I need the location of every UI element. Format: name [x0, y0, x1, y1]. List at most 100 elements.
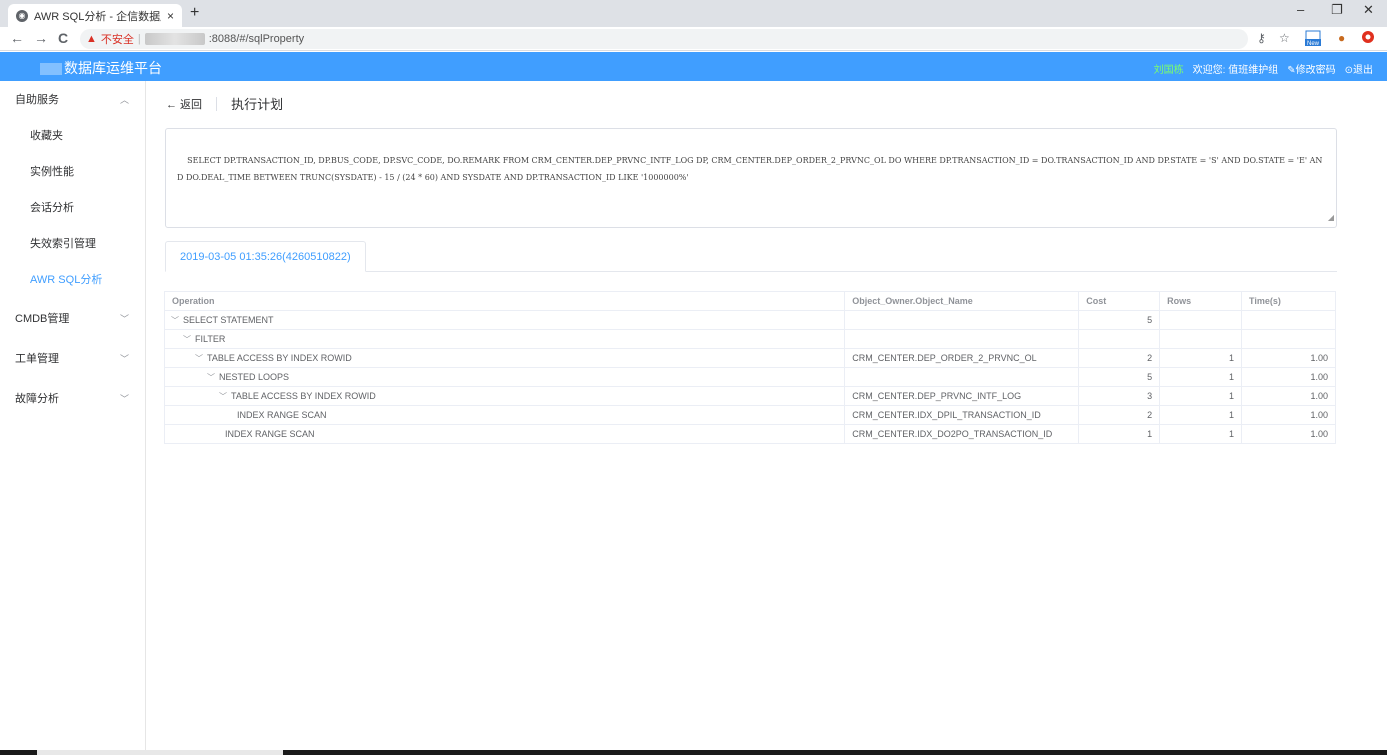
- expand-chevron-icon[interactable]: ﹀: [195, 353, 207, 364]
- cell-time: 1.00: [1241, 367, 1336, 387]
- table-row[interactable]: ﹀ TABLE ACCESS BY INDEX ROWID CRM_CENTER.D…: [163, 348, 1336, 368]
- browser-toolbar: ← → C ▲ 不安全 | :8088/#/sqlProperty ⚷ ☆ Ne…: [0, 27, 1387, 51]
- brand-title: 数据库运维平台: [64, 60, 162, 76]
- cell-time: [1241, 329, 1336, 349]
- welcome-text: 欢迎您: 值班维护组: [1192, 65, 1279, 76]
- cell-rows: 1: [1159, 386, 1243, 406]
- warning-icon: ▲: [86, 33, 97, 45]
- address-bar[interactable]: ▲ 不安全 | :8088/#/sqlProperty: [80, 29, 1248, 49]
- column-header-cost: Cost: [1078, 291, 1161, 311]
- cell-operation: ﹀ TABLE ACCESS BY INDEX ROWID: [163, 348, 846, 368]
- operation-label: INDEX RANGE SCAN: [225, 429, 315, 439]
- cell-time: 1.00: [1241, 424, 1336, 444]
- forward-arrow-icon[interactable]: →: [34, 30, 48, 46]
- cell-rows: 1: [1159, 424, 1243, 444]
- header-divider: [216, 96, 218, 111]
- sidebar-group-fault-analysis[interactable]: 故障分析 ﹀: [0, 380, 145, 416]
- operation-label: INDEX RANGE SCAN: [237, 410, 327, 420]
- change-password-link[interactable]: ✎修改密码: [1287, 61, 1335, 76]
- table-row[interactable]: ﹀ SELECT STATEMENT 5: [163, 310, 1336, 330]
- extension-cookie-icon[interactable]: ●: [1338, 31, 1345, 45]
- browser-tabstrip: ◉ AWR SQL分析 - 企信数据库运维 × + – ❐ ✕: [0, 0, 1387, 27]
- cell-object: [844, 367, 1080, 387]
- chevron-down-icon: ﹀: [119, 313, 129, 324]
- redacted-host: [144, 33, 205, 45]
- sidebar-item-label: 实例性能: [30, 166, 74, 178]
- cell-object: CRM_CENTER.DEP_ORDER_2_PRVNC_OL: [844, 348, 1080, 368]
- sidebar-item-label: 收藏夹: [30, 130, 63, 142]
- resize-grip-icon[interactable]: ◢: [1328, 209, 1334, 226]
- expand-chevron-icon[interactable]: ﹀: [171, 315, 183, 326]
- sidebar-group-cmdb[interactable]: CMDB管理 ﹀: [0, 300, 145, 336]
- table-row[interactable]: INDEX RANGE SCAN CRM_CENTER.IDX_DPIL_TRAN…: [163, 405, 1336, 425]
- sidebar-item-label: 失效索引管理: [30, 238, 96, 250]
- cell-time: 1.00: [1241, 386, 1336, 406]
- sidebar-item-instance-performance[interactable]: 实例性能: [0, 153, 145, 189]
- back-button[interactable]: ← 返回: [166, 96, 202, 112]
- redacted-brand-prefix: [40, 63, 62, 76]
- logout-link[interactable]: ⊙退出: [1345, 61, 1373, 76]
- sidebar-item-invalid-index[interactable]: 失效索引管理: [0, 225, 145, 261]
- sidebar-item-session-analysis[interactable]: 会话分析: [0, 189, 145, 225]
- tab-snapshot[interactable]: 2019-03-05 01:35:26(4260510822): [165, 241, 366, 272]
- key-icon[interactable]: ⚷: [1257, 31, 1266, 45]
- table-row[interactable]: ﹀ FILTER: [163, 329, 1336, 349]
- cell-object: [844, 329, 1080, 349]
- execution-plan-body: ﹀ SELECT STATEMENT 5 ﹀ FILTER ﹀ TABLE ACCESS B…: [163, 310, 1336, 444]
- cell-operation: INDEX RANGE SCAN: [163, 424, 846, 444]
- expand-chevron-icon[interactable]: ﹀: [183, 334, 195, 345]
- brand[interactable]: 数据库运维平台: [40, 58, 162, 78]
- logout-label: 退出: [1353, 65, 1373, 76]
- chevron-up-icon: ︿: [119, 94, 129, 105]
- change-password-label: 修改密码: [1295, 65, 1336, 76]
- cell-operation: ﹀ FILTER: [163, 329, 846, 349]
- cell-object: CRM_CENTER.DEP_PRVNC_INTF_LOG: [844, 386, 1080, 406]
- snapshot-tabs: 2019-03-05 01:35:26(4260510822): [165, 241, 1337, 272]
- cell-cost: 5: [1078, 310, 1161, 330]
- taskbar-strip: [0, 750, 1387, 755]
- cell-object: [844, 310, 1080, 330]
- sidebar-group-self-service[interactable]: 自助服务 ︿: [0, 81, 145, 117]
- new-tab-button[interactable]: +: [190, 4, 199, 22]
- cell-object: CRM_CENTER.IDX_DO2PO_TRANSACTION_ID: [844, 424, 1080, 444]
- app-header: 数据库运维平台 刘国栋 欢迎您: 值班维护组 ✎修改密码 ⊙退出: [0, 52, 1387, 81]
- user-name: 刘国栋: [1153, 65, 1184, 76]
- chevron-down-icon: ﹀: [119, 353, 129, 364]
- cell-time: 1.00: [1241, 405, 1336, 425]
- column-header-rows: Rows: [1159, 291, 1243, 311]
- close-window-button[interactable]: ✕: [1363, 2, 1374, 18]
- sidebar-item-label: AWR SQL分析: [30, 274, 103, 286]
- sidebar-item-favorites[interactable]: 收藏夹: [0, 117, 145, 153]
- table-row[interactable]: ﹀ NESTED LOOPS 5 1 1.00: [163, 367, 1336, 387]
- sidebar-item-awr-sql[interactable]: AWR SQL分析: [0, 261, 145, 297]
- svg-text:New: New: [1307, 41, 1320, 47]
- cell-cost: 1: [1078, 424, 1161, 444]
- minimize-button[interactable]: –: [1297, 2, 1304, 17]
- cell-cost: [1078, 329, 1161, 349]
- cell-rows: 1: [1159, 405, 1243, 425]
- operation-label: TABLE ACCESS BY INDEX ROWID: [207, 352, 352, 363]
- expand-chevron-icon[interactable]: ﹀: [219, 391, 231, 402]
- table-row[interactable]: ﹀ TABLE ACCESS BY INDEX ROWID CRM_CENTER.D…: [163, 386, 1336, 406]
- restore-button[interactable]: ❐: [1331, 2, 1343, 18]
- browser-tab[interactable]: ◉ AWR SQL分析 - 企信数据库运维 ×: [8, 4, 182, 27]
- star-icon[interactable]: ☆: [1279, 31, 1290, 45]
- cell-cost: 2: [1078, 348, 1161, 368]
- cell-rows: [1159, 310, 1243, 330]
- expand-chevron-icon[interactable]: ﹀: [207, 372, 219, 383]
- column-header-time: Time(s): [1241, 291, 1336, 311]
- sidebar-item-label: 会话分析: [30, 202, 74, 214]
- sql-textarea[interactable]: SELECT DP.TRANSACTION_ID, DP.BUS_CODE, D…: [165, 128, 1337, 228]
- table-row[interactable]: INDEX RANGE SCAN CRM_CENTER.IDX_DO2PO_TRA…: [163, 424, 1336, 444]
- back-arrow-icon[interactable]: ←: [10, 30, 24, 46]
- url-text: :8088/#/sqlProperty: [208, 33, 305, 45]
- cell-rows: 1: [1159, 367, 1243, 387]
- column-header-object: Object_Owner.Object_Name: [844, 291, 1080, 311]
- sidebar-group-tickets[interactable]: 工单管理 ﹀: [0, 340, 145, 376]
- reload-icon[interactable]: C: [58, 30, 68, 46]
- extension-stop-icon[interactable]: [1362, 31, 1374, 46]
- extension-new-icon[interactable]: New: [1304, 30, 1322, 50]
- operation-label: TABLE ACCESS BY INDEX ROWID: [231, 390, 376, 401]
- cell-rows: 1: [1159, 348, 1243, 368]
- tab-close-icon[interactable]: ×: [167, 9, 174, 23]
